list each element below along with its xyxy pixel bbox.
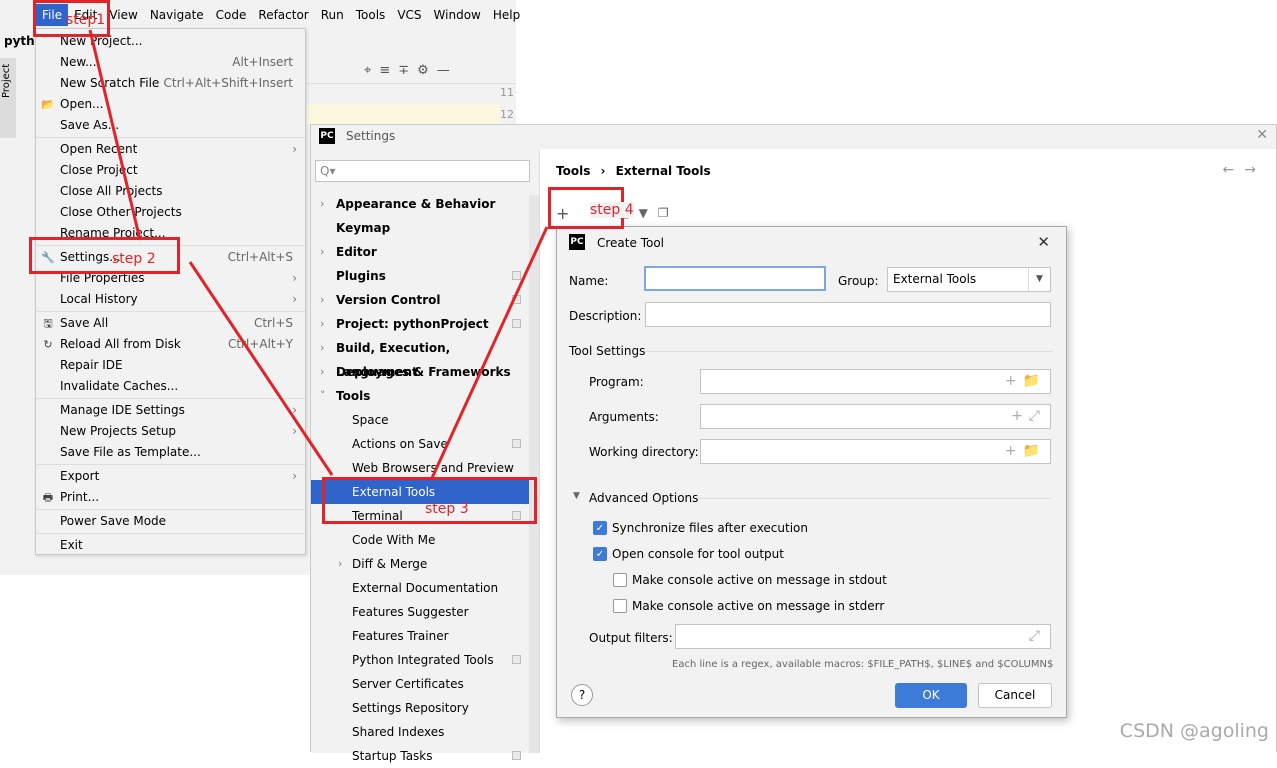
step4-label: step 4 <box>590 202 634 218</box>
project-level-icon <box>512 751 521 760</box>
step1-label: step1 <box>66 12 105 28</box>
step2-highlight <box>29 237 180 274</box>
step3-label: step 3 <box>425 501 469 517</box>
watermark: CSDN @agoling <box>1120 720 1269 742</box>
step2-to-step3-line <box>190 262 332 475</box>
step2-label: step 2 <box>112 251 156 267</box>
step1-to-step2-line <box>90 30 140 240</box>
annotation-arrows <box>0 0 1277 752</box>
step3-to-step4-line <box>432 227 547 478</box>
